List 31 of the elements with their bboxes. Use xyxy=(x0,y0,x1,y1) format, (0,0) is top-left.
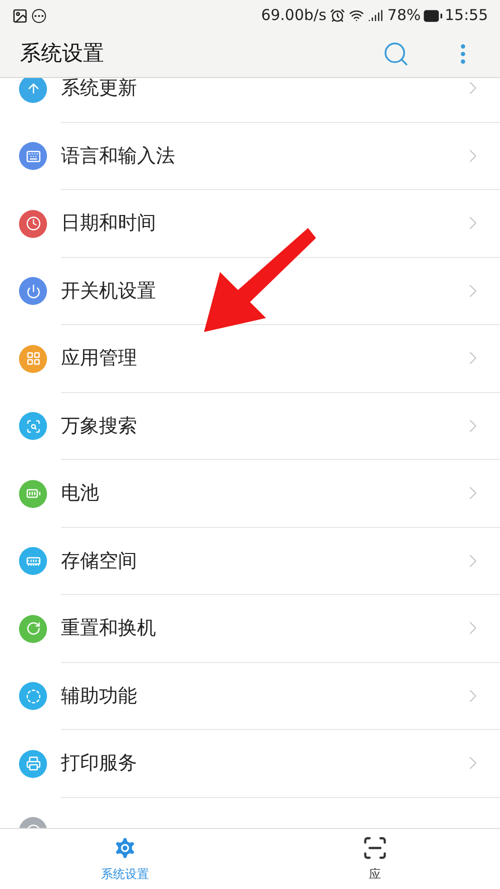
signal-icon xyxy=(368,8,384,23)
row-label: 存储空间 xyxy=(61,548,138,574)
row-label: 日期和时间 xyxy=(61,211,157,236)
alarm-icon xyxy=(330,8,346,23)
battery-percent: 78% xyxy=(387,5,421,26)
settings-row[interactable]: 辅助功能 xyxy=(0,662,500,730)
page-title: 系统设置 xyxy=(20,40,105,68)
row-label: 应用管理 xyxy=(61,346,138,371)
settings-row[interactable]: 存储空间 xyxy=(0,528,500,595)
clock-time: 15:55 xyxy=(444,5,488,26)
nav-tab[interactable]: 应 xyxy=(250,829,500,889)
settings-row[interactable]: 打印服务 xyxy=(0,730,500,798)
settings-row[interactable]: 万象搜索 xyxy=(0,392,500,460)
image-icon xyxy=(12,8,28,24)
wifi-icon xyxy=(349,8,364,23)
row-label: 辅助功能 xyxy=(61,684,138,708)
row-label: 打印服务 xyxy=(61,751,138,776)
search-icon[interactable] xyxy=(382,40,410,68)
settings-row[interactable]: 系统更新 xyxy=(0,78,500,122)
row-label: 重置和换机 xyxy=(61,616,157,641)
row-label: 开关机设置 xyxy=(61,278,157,304)
row-label: 语言和输入法 xyxy=(61,144,176,168)
row-label: 万象搜索 xyxy=(61,414,138,438)
row-label: 电池 xyxy=(61,481,100,506)
more-icon xyxy=(32,8,46,22)
settings-row[interactable]: 语言和输入法 xyxy=(0,122,500,190)
settings-row[interactable]: 电池 xyxy=(0,460,500,528)
row-label: 系统更新 xyxy=(61,78,138,101)
network-speed: 69.00b/s xyxy=(261,5,326,26)
scan-icon xyxy=(362,835,388,861)
settings-row[interactable]: 重置和换机 xyxy=(0,595,500,662)
